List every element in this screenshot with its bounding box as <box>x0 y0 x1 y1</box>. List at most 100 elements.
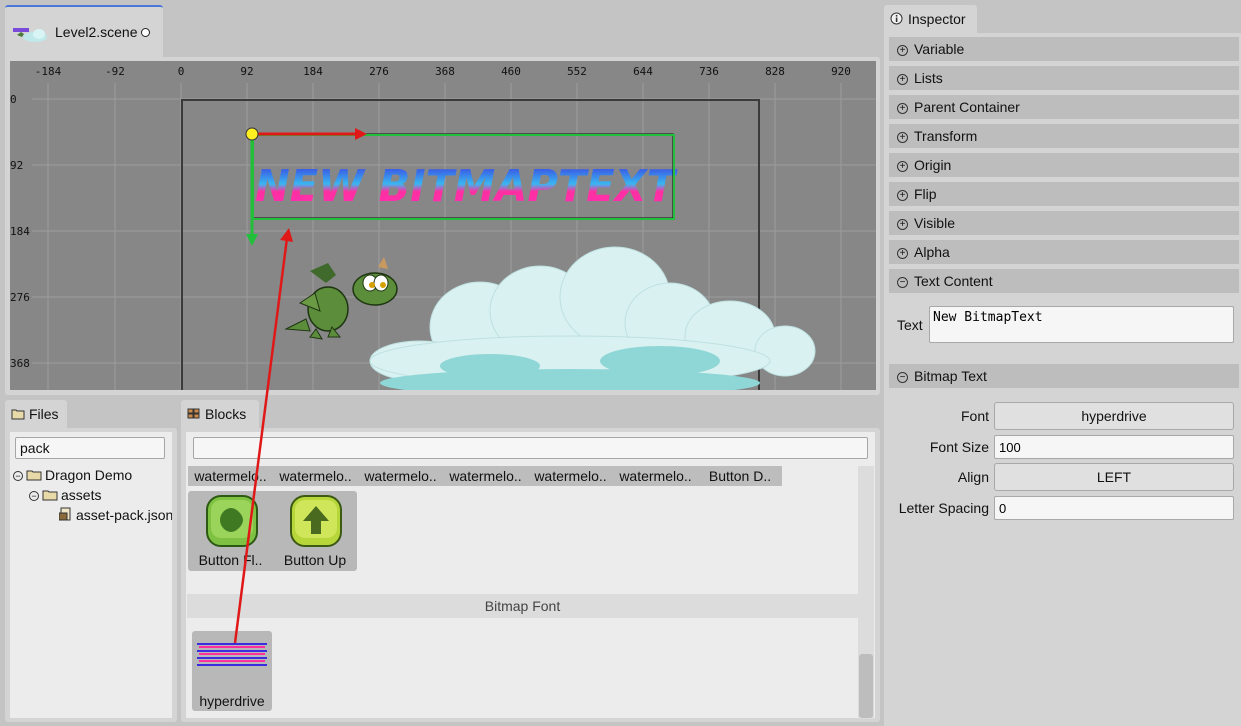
tree-item-label: assets <box>61 487 102 503</box>
section-label: Text Content <box>914 273 993 289</box>
button-up-arrow-icon <box>290 495 342 547</box>
font-label: Font <box>960 408 989 424</box>
section-transform[interactable]: + Transform <box>889 124 1239 148</box>
buttons-group: Button Fl.. Button Up <box>188 491 357 571</box>
bitmap-font-preview-icon <box>197 643 267 666</box>
section-flip[interactable]: + Flip <box>889 182 1239 206</box>
letter-spacing-label: Letter Spacing <box>898 500 989 516</box>
expand-icon: + <box>897 248 908 259</box>
unsaved-indicator-icon[interactable] <box>141 28 150 37</box>
section-alpha[interactable]: + Alpha <box>889 240 1239 264</box>
section-label: Bitmap Text <box>914 368 987 384</box>
ruler-tick: 0 <box>10 93 17 106</box>
ruler-tick: 368 <box>435 65 455 78</box>
section-label: Variable <box>914 41 965 57</box>
block-category-tab[interactable]: watermelo.. <box>358 466 443 486</box>
tree-item-label: Dragon Demo <box>45 467 133 483</box>
scene-canvas[interactable]: NEW BITMAPTEXT -184 -92 0 92 184 276 368… <box>10 61 876 390</box>
button-flower-icon <box>206 495 258 547</box>
inspector-tab-label: Inspector <box>908 11 966 27</box>
font-size-label: Font Size <box>929 439 989 455</box>
block-category-tab[interactable]: watermelo.. <box>443 466 528 486</box>
ruler-tick: 920 <box>831 65 851 78</box>
ruler-tick: 92 <box>240 65 254 78</box>
section-label: Visible <box>914 215 955 231</box>
blocks-tab-label: Blocks <box>205 406 247 422</box>
expand-icon: + <box>897 219 908 230</box>
ruler-tick: 276 <box>369 65 389 78</box>
ruler-tick: 644 <box>633 65 653 78</box>
files-tab[interactable]: Files <box>5 400 67 428</box>
block-category-tab[interactable]: watermelo.. <box>188 466 273 486</box>
text-label: Text <box>897 317 923 333</box>
folder-icon <box>42 490 58 501</box>
text-content-textarea[interactable]: New BitmapText <box>929 306 1234 343</box>
blocks-tab[interactable]: Blocks <box>181 400 259 428</box>
font-size-input[interactable] <box>994 435 1234 459</box>
expand-icon: + <box>897 190 908 201</box>
font-select-button[interactable]: hyperdrive <box>994 402 1234 430</box>
info-icon <box>890 12 904 28</box>
block-item-hyperdrive[interactable]: hyperdrive <box>192 631 272 711</box>
ruler-tick: -184 <box>34 65 62 78</box>
section-label: Parent Container <box>914 99 1020 115</box>
section-variable[interactable]: + Variable <box>889 37 1239 61</box>
ruler-tick: -92 <box>105 65 125 78</box>
block-item-button-up[interactable]: Button Up <box>273 491 357 571</box>
blocks-search-input[interactable] <box>193 437 868 459</box>
block-item-label: Button Fl.. <box>198 552 263 568</box>
inspector-tab[interactable]: Inspector <box>884 5 977 33</box>
folder-icon <box>26 470 42 481</box>
expand-icon: + <box>897 132 908 143</box>
scene-tab-label: Level2.scene <box>55 24 138 40</box>
section-label: Alpha <box>914 244 950 260</box>
ruler-tick: 0 <box>177 65 185 78</box>
block-item-label: hyperdrive <box>199 693 265 709</box>
block-category-tab[interactable]: watermelo.. <box>528 466 613 486</box>
files-tab-label: Files <box>29 406 59 422</box>
collapse-icon: − <box>897 277 908 288</box>
align-label: Align <box>957 469 989 485</box>
block-category-tab[interactable]: watermelo.. <box>273 466 358 486</box>
section-text-content[interactable]: − Text Content <box>889 269 1239 293</box>
asset-pack-file-icon <box>59 507 71 521</box>
align-select-button[interactable]: LEFT <box>994 463 1234 491</box>
ruler-tick: 552 <box>567 65 587 78</box>
section-lists[interactable]: + Lists <box>889 66 1239 90</box>
tree-item-asset-pack[interactable]: asset-pack.json <box>59 507 172 523</box>
section-label: Lists <box>914 70 943 86</box>
expand-icon: + <box>897 74 908 85</box>
ruler-tick: 828 <box>765 65 785 78</box>
scene-thumbnail-icon <box>11 25 49 43</box>
collapse-icon: − <box>897 372 908 383</box>
files-search-input[interactable] <box>15 437 165 459</box>
section-visible[interactable]: + Visible <box>889 211 1239 235</box>
section-bitmap-text[interactable]: − Bitmap Text <box>889 364 1239 388</box>
ruler-tick: 276 <box>10 291 30 304</box>
tree-item-assets[interactable]: − assets <box>29 487 101 503</box>
scene-editor-tab[interactable]: Level2.scene <box>5 5 163 57</box>
scene-grid: NEW BITMAPTEXT <box>10 61 876 390</box>
ruler-tick: 368 <box>10 357 30 370</box>
collapse-icon[interactable]: − <box>29 491 39 501</box>
letter-spacing-input[interactable] <box>994 496 1234 520</box>
tree-item-dragon-demo[interactable]: − Dragon Demo <box>13 467 132 483</box>
section-label: Transform <box>914 128 978 144</box>
bitmap-font-section-header: Bitmap Font <box>187 594 858 618</box>
expand-icon: + <box>897 161 908 172</box>
bitmap-text-sprite[interactable]: NEW BITMAPTEXT <box>255 161 678 212</box>
ruler-tick: 460 <box>501 65 521 78</box>
collapse-icon[interactable]: − <box>13 471 23 481</box>
section-origin[interactable]: + Origin <box>889 153 1239 177</box>
blocks-scrollbar-thumb[interactable] <box>859 654 873 718</box>
block-item-button-flower[interactable]: Button Fl.. <box>188 491 273 571</box>
expand-icon: + <box>897 103 908 114</box>
block-category-tab[interactable]: watermelo.. <box>613 466 698 486</box>
block-category-tab[interactable]: Button D.. <box>698 466 782 486</box>
section-label: Flip <box>914 186 937 202</box>
expand-icon: + <box>897 45 908 56</box>
section-parent-container[interactable]: + Parent Container <box>889 95 1239 119</box>
block-item-label: Button Up <box>283 552 347 568</box>
tree-item-label: asset-pack.json <box>76 507 172 523</box>
ruler-tick: 184 <box>303 65 323 78</box>
